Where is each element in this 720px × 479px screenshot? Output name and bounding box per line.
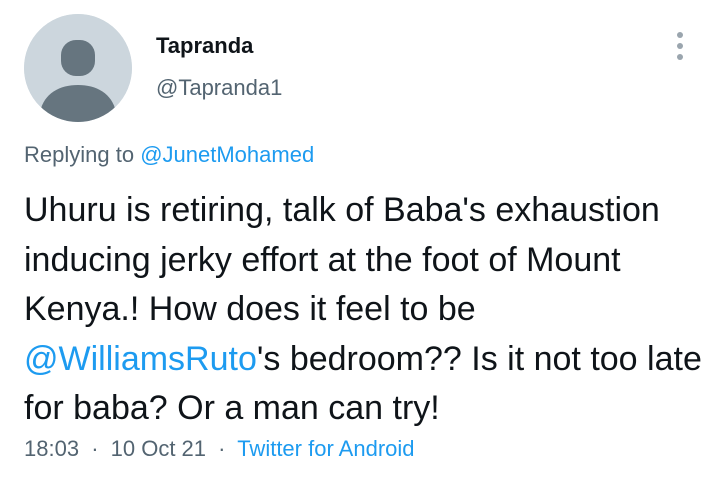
tweet-time[interactable]: 18:03 [24,436,79,461]
replying-to-label: Replying to [24,142,135,167]
meta-separator: · [91,436,99,461]
tweet-card: Tapranda @Tapranda1 Replying to @JunetMo… [0,0,720,479]
more-vertical-icon [677,54,683,60]
author-handle[interactable]: @Tapranda1 [156,75,282,101]
tweet-text: Uhuru is retiring, talk of Baba's exhaus… [24,186,704,434]
tweet-meta: 18:03 · 10 Oct 21 · Twitter for Android [24,436,415,462]
author-display-name[interactable]: Tapranda [156,33,253,59]
default-avatar-silhouette-icon [24,14,132,122]
tweet-mention-link[interactable]: @WilliamsRuto [24,340,257,378]
tweet-date[interactable]: 10 Oct 21 [111,436,206,461]
replying-to-mention-link[interactable]: @JunetMohamed [140,142,314,167]
avatar[interactable] [24,14,132,122]
more-options-button[interactable] [666,28,694,64]
tweet-text-part: Uhuru is retiring, talk of Baba's exhaus… [24,191,660,328]
more-vertical-icon [677,32,683,38]
replying-to-line: Replying to @JunetMohamed [24,142,314,168]
meta-separator: · [218,436,226,461]
tweet-source-link[interactable]: Twitter for Android [237,436,414,461]
more-vertical-icon [677,43,683,49]
